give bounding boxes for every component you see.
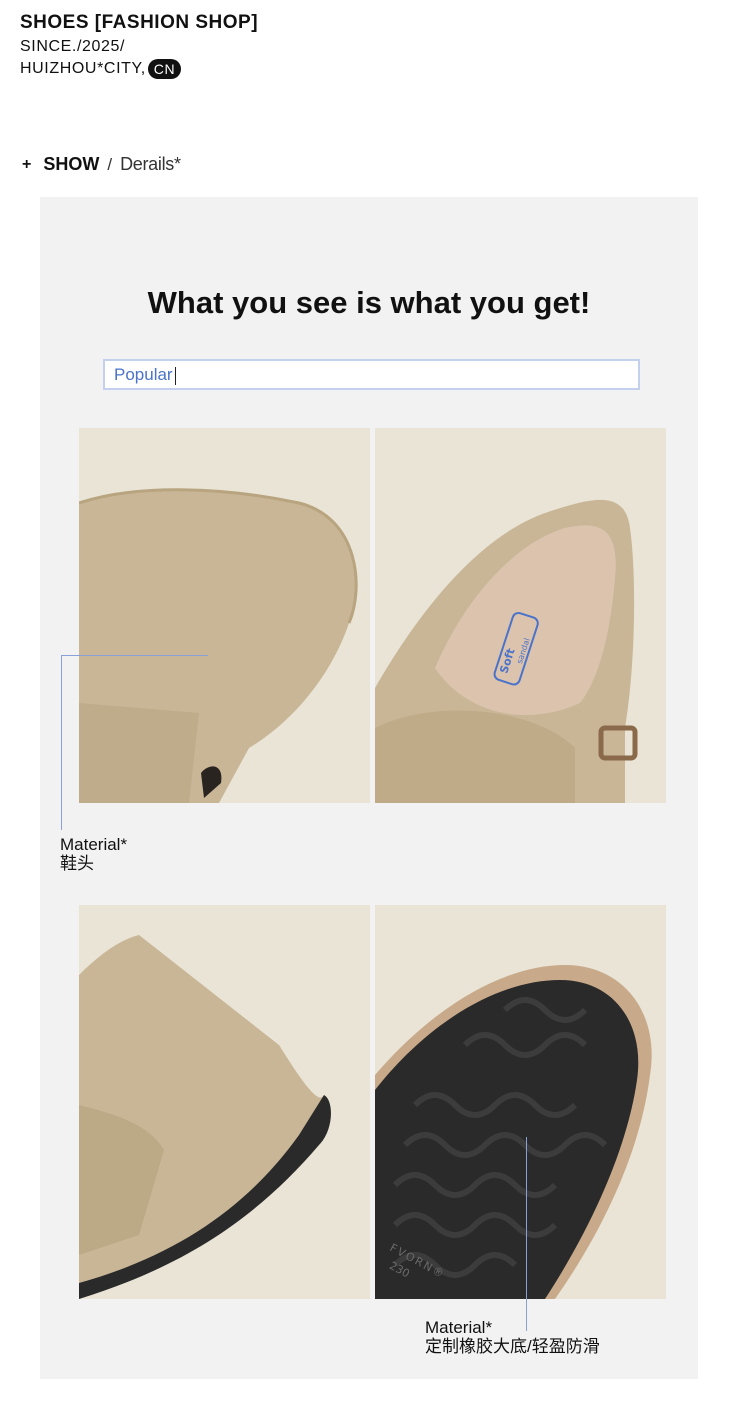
photo-toe-closeup (79, 428, 370, 803)
photo-insole: Soft sandal (375, 428, 666, 803)
plus-icon: + (22, 155, 32, 173)
search-value-text: Popular (114, 365, 173, 384)
callout-line-vertical-2 (526, 1137, 527, 1331)
callout-line-vertical (61, 655, 62, 830)
callout-line-horizontal (61, 655, 208, 656)
callout-toe: Material* 鞋头 (60, 835, 127, 873)
separator: / (107, 154, 113, 174)
callout-toe-subtitle: 鞋头 (60, 854, 94, 873)
side-illustration (79, 905, 370, 1299)
brand-title: SHOES [FASHION SHOP] (20, 12, 259, 33)
callout-toe-title: Material* (60, 835, 128, 854)
details-label: Derails* (120, 154, 181, 174)
text-caret (174, 366, 176, 385)
show-label: SHOW (43, 154, 100, 174)
insole-illustration: Soft sandal (375, 428, 666, 803)
country-badge: CN (147, 58, 182, 79)
callout-sole: Material* 定制橡胶大底/轻盈防滑 (425, 1318, 600, 1356)
panel-headline: What you see is what you get! (147, 285, 591, 320)
brand-header: SHOES [FASHION SHOP] SINCE./2025/ HUIZHO… (20, 10, 258, 80)
photo-side-view (79, 905, 370, 1299)
toe-illustration (79, 428, 370, 803)
outsole-illustration: FVORN® 230 (375, 905, 666, 1299)
brand-since: SINCE./2025/ (20, 38, 126, 55)
callout-sole-subtitle: 定制橡胶大底/轻盈防滑 (425, 1337, 600, 1356)
search-value: Popular (114, 365, 176, 385)
brand-city-row: HUIZHOU*CITY, CN (20, 58, 258, 80)
section-heading: + SHOW / Derails* (22, 154, 181, 175)
photo-outsole: FVORN® 230 (375, 905, 666, 1299)
search-input[interactable]: Popular (103, 359, 640, 390)
brand-city: HUIZHOU*CITY, (20, 60, 146, 77)
callout-sole-title: Material* (425, 1318, 493, 1337)
